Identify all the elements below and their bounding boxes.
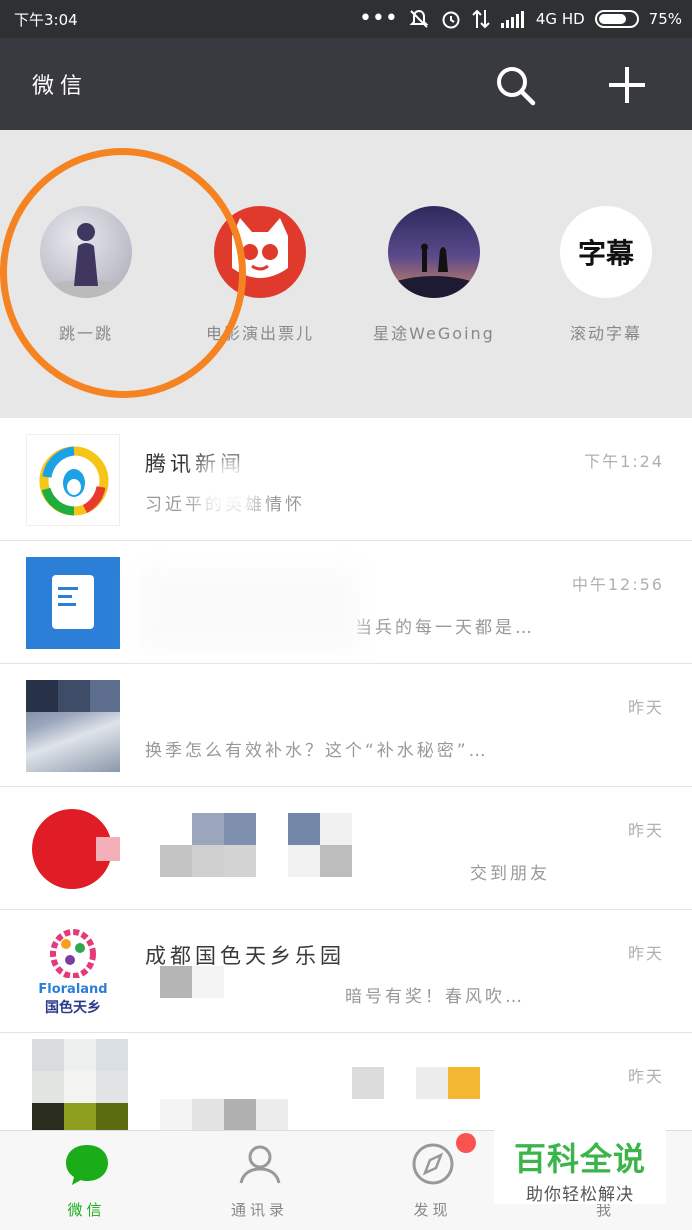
pixelated-block (160, 1099, 288, 1131)
watermark-subtitle: 助你轻松解决 (526, 1185, 634, 1205)
network-label: 4G HD (535, 10, 585, 28)
status-icons: ••• 4G HD 75% (359, 7, 682, 31)
pixelated-block (352, 1067, 480, 1099)
floraland-logo: Floraland 国色天乡 (26, 926, 120, 1018)
compass-icon (408, 1133, 476, 1187)
mini-program-label: 滚动字幕 (569, 324, 642, 343)
data-transfer-icon (472, 9, 490, 29)
tab-label: 通讯录 (230, 1201, 288, 1219)
add-button[interactable] (604, 62, 650, 108)
baike-watermark: 百科全说 助你轻松解决 (494, 1124, 666, 1205)
red-brand-logo (26, 803, 120, 895)
chat-bubble-icon (62, 1141, 112, 1187)
chat-row[interactable]: Floraland 国色天乡 成都国色天乡乐园 暗号有奖！春风吹… 昨天 (0, 910, 692, 1033)
chat-time: 昨天 (627, 1067, 664, 1086)
pixelated-block (26, 680, 120, 712)
floraland-logo-sub: 国色天乡 (45, 1000, 101, 1016)
watermark-title: 百科全说 (513, 1140, 646, 1178)
tab-chats[interactable]: 微信 (0, 1131, 173, 1230)
train-photo (26, 680, 120, 772)
page-title: 微信 (32, 74, 89, 99)
contacts-icon (235, 1141, 285, 1187)
orange-circle-annotation (0, 132, 263, 414)
chat-list: 腾讯新闻 习近平的英雄情怀 下午1:24 当兵的每一天都是… 中午12:56 换… (0, 418, 692, 1156)
redaction-blur (140, 567, 360, 651)
recent-mini-programs: 跳一跳 电影演出票儿 星途WeGoing 字幕 滚动字幕 (0, 130, 692, 418)
battery-icon (594, 10, 639, 28)
redaction-blur (200, 458, 256, 518)
chat-row[interactable]: 腾讯新闻 习近平的英雄情怀 下午1:24 (0, 418, 692, 541)
mute-icon (409, 9, 429, 28)
status-bar: 下午3:04 ••• 4G HD 75% (0, 0, 692, 38)
pixelated-avatar (32, 1039, 128, 1135)
tab-contacts[interactable]: 通讯录 (173, 1131, 346, 1230)
subtitle-icon-text: 字幕 (577, 237, 634, 270)
status-time: 下午3:04 (14, 11, 78, 29)
pixelated-block (160, 845, 352, 877)
pixelated-block (160, 813, 352, 845)
tab-label: 微信 (67, 1201, 106, 1219)
mini-program-label: 星途WeGoing (373, 324, 495, 343)
chat-time: 下午1:24 (584, 452, 664, 471)
chat-preview: 当兵的每一天都是… (355, 618, 535, 638)
search-icon (497, 67, 536, 106)
chat-time: 中午12:56 (571, 575, 664, 594)
alarm-icon (442, 11, 460, 29)
plus-icon (609, 67, 645, 103)
search-button[interactable] (492, 62, 538, 108)
app-header: 微信 (0, 38, 692, 130)
chat-row[interactable]: 交到朋友 昨天 (0, 787, 692, 910)
document-icon (26, 557, 120, 649)
pixelated-block (160, 966, 224, 998)
chat-preview: 换季怎么有效补水？这个“补水秘密”… (145, 741, 489, 761)
chat-row[interactable]: 换季怎么有效补水？这个“补水秘密”… 昨天 (0, 664, 692, 787)
chat-row[interactable]: 当兵的每一天都是… 中午12:56 (0, 541, 692, 664)
chat-time: 昨天 (627, 944, 664, 963)
qq-news-icon (26, 434, 120, 526)
chat-time: 昨天 (627, 821, 664, 840)
night-sky-icon (388, 206, 480, 298)
more-icon: ••• (358, 6, 398, 31)
mini-program-wegoing[interactable]: 星途WeGoing (344, 206, 524, 344)
chat-preview: 暗号有奖！春风吹… (345, 987, 525, 1007)
mini-program-subtitle[interactable]: 字幕 滚动字幕 (516, 206, 692, 344)
battery-percent: 75% (648, 10, 682, 28)
subtitle-icon: 字幕 (560, 206, 652, 298)
floraland-logo-text: Floraland (38, 982, 108, 997)
signal-icon (500, 11, 524, 28)
badge-dot (455, 1133, 476, 1153)
chat-time: 昨天 (627, 698, 664, 717)
chat-preview: 交到朋友 (470, 864, 550, 884)
